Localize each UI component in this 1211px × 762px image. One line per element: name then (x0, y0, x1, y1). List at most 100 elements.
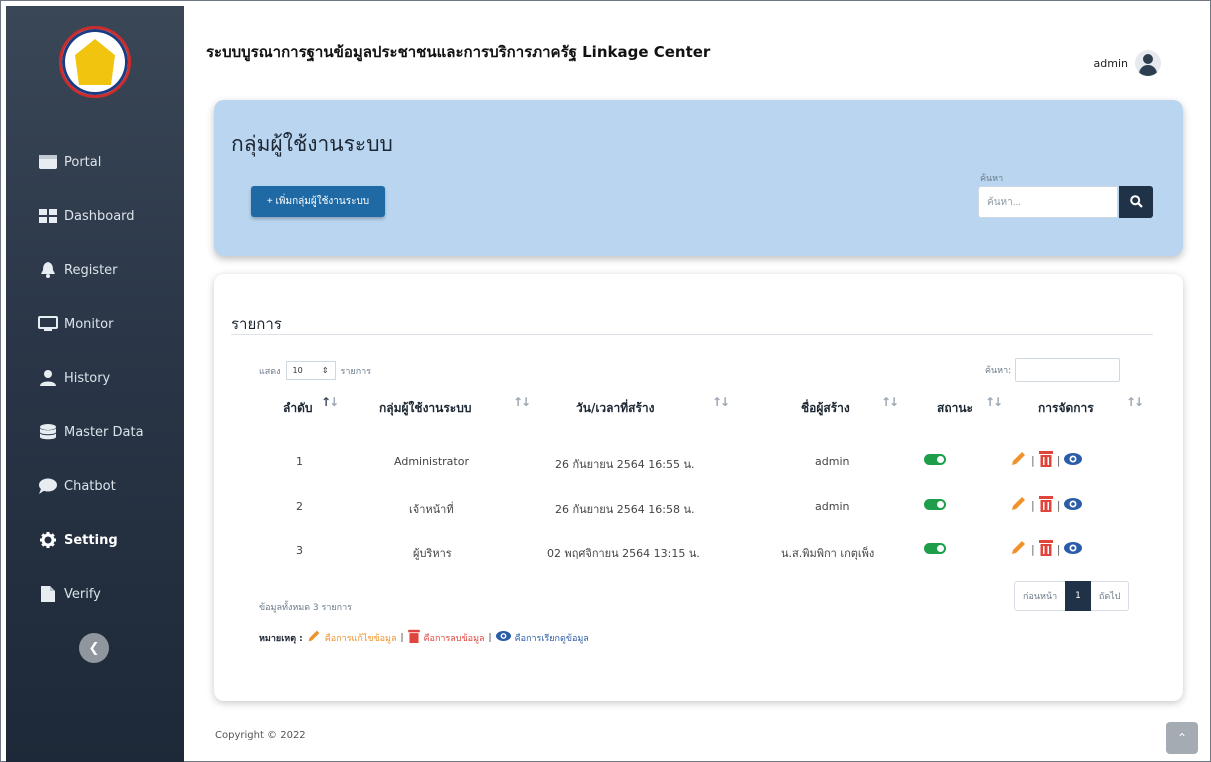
sidebar-collapse-button[interactable]: ❮ (79, 633, 109, 663)
user-menu[interactable]: admin (1094, 50, 1161, 76)
monitor-icon (38, 316, 58, 332)
filter-input[interactable] (1015, 358, 1121, 382)
edit-icon[interactable] (1010, 539, 1027, 560)
scroll-top-button[interactable]: ⌃ (1166, 722, 1198, 754)
note-key: หมายเหตุ : (259, 633, 303, 644)
row-created: 02 พฤศจิกายน 2564 13:15 น. (547, 547, 700, 560)
sidebar-item-setting[interactable]: Setting (6, 513, 184, 567)
search-input[interactable] (978, 186, 1118, 218)
row-group: ผู้บริหาร (413, 547, 452, 560)
sidebar-item-label: Monitor (64, 316, 114, 332)
table-info: ข้อมูลทั้งหมด 3 รายการ (259, 603, 352, 613)
file-icon (38, 586, 58, 602)
column-label: ลำดับ (283, 401, 313, 415)
sidebar-item-chatbot[interactable]: Chatbot (6, 459, 184, 513)
search-icon (1129, 193, 1143, 212)
database-icon (38, 424, 58, 440)
page-length-select[interactable]: 10 ⇕ (285, 361, 336, 380)
gear-icon (38, 532, 58, 548)
page-title: กลุ่มผู้ใช้งานระบบ (231, 132, 393, 156)
column-label: สถานะ (937, 401, 973, 415)
divider (231, 334, 1153, 335)
status-toggle[interactable] (924, 543, 946, 554)
sidebar-item-label: Chatbot (64, 478, 116, 494)
action-separator: | (1031, 543, 1035, 556)
page-length-value: 10 (292, 366, 303, 375)
sidebar-item-label: Portal (64, 154, 102, 170)
action-separator: | (1056, 543, 1061, 556)
sidebar-item-register[interactable]: Register (6, 243, 184, 297)
sort-icon: ↑↓ (712, 395, 730, 409)
sidebar-item-label: Verify (64, 586, 101, 602)
sidebar-item-label: Register (64, 262, 118, 278)
column-header-created[interactable]: วัน/เวลาที่สร้าง ↑↓ (576, 395, 730, 418)
table-filter: ค้นหา: (985, 358, 1121, 382)
column-header-group[interactable]: กลุ่มผู้ใช้งานระบบ ↑↓ (379, 395, 531, 418)
column-label: ชื่อผู้สร้าง (801, 401, 850, 415)
edit-icon[interactable] (1010, 495, 1027, 516)
note-delete: คือการลบข้อมูล (423, 633, 485, 644)
sidebar-item-portal[interactable]: Portal (6, 135, 184, 189)
sidebar: Portal Dashboard Register Monitor Histor… (6, 6, 184, 762)
note-separator: | (488, 632, 492, 643)
column-label: การจัดการ (1038, 401, 1094, 415)
column-header-no[interactable]: ลำดับ ↑↓ (283, 395, 339, 418)
sort-icon: ↑↓ (1126, 395, 1144, 409)
row-number: 2 (296, 500, 303, 513)
updown-icon: ⇕ (321, 366, 329, 375)
eye-icon[interactable] (1064, 451, 1083, 470)
row-number: 1 (296, 455, 303, 468)
column-header-status[interactable]: สถานะ ↑↓ (937, 395, 1003, 418)
row-actions: | | (1010, 495, 1083, 516)
action-separator: | (1031, 499, 1035, 512)
group-list-card: รายการ แสดง 10 ⇕ รายการ ค้นหา: ลำดับ ↑↓ … (214, 274, 1183, 701)
trash-icon[interactable] (1038, 539, 1053, 560)
sidebar-item-history[interactable]: History (6, 351, 184, 405)
pagination-current[interactable]: 1 (1065, 581, 1091, 611)
sort-icon: ↑↓ (513, 395, 531, 409)
table-header: ลำดับ ↑↓ กลุ่มผู้ใช้งานระบบ ↑↓ วัน/เวลาท… (259, 395, 1144, 429)
note-separator: | (400, 632, 404, 643)
sidebar-item-dashboard[interactable]: Dashboard (6, 189, 184, 243)
table-row: 1 Administrator 26 กันยายน 2564 16:55 น.… (259, 451, 1139, 499)
add-group-button[interactable]: + เพิ่มกลุ่มผู้ใช้งานระบบ (251, 186, 385, 217)
pagination-prev[interactable]: ก่อนหน้า (1015, 589, 1065, 603)
pagination: ก่อนหน้า 1 ถัดไป (1014, 581, 1130, 611)
eye-icon[interactable] (1064, 496, 1083, 515)
window-icon (38, 154, 58, 170)
department-logo (59, 26, 131, 98)
legend-note: หมายเหตุ : คือการแก้ไขข้อมูล | คือการลบข… (259, 629, 589, 646)
chevron-up-icon: ⌃ (1176, 731, 1188, 745)
status-toggle[interactable] (924, 499, 946, 510)
chevron-left-icon: ❮ (88, 640, 100, 656)
column-header-creator[interactable]: ชื่อผู้สร้าง ↑↓ (801, 395, 899, 418)
status-toggle[interactable] (924, 454, 946, 465)
length-prefix: แสดง (259, 366, 281, 377)
logo-emblem (75, 39, 115, 85)
row-number: 3 (296, 544, 303, 557)
trash-icon[interactable] (1038, 495, 1053, 516)
eye-icon[interactable] (1064, 540, 1083, 559)
trash-icon (407, 629, 420, 646)
chat-icon (38, 478, 58, 494)
length-suffix: รายการ (340, 366, 372, 377)
column-label: กลุ่มผู้ใช้งานระบบ (379, 401, 472, 415)
sidebar-item-verify[interactable]: Verify (6, 567, 184, 621)
grid-icon (38, 208, 58, 224)
row-creator: admin (815, 500, 850, 513)
page-length-control: แสดง 10 ⇕ รายการ (259, 361, 371, 380)
search-button[interactable] (1119, 186, 1153, 218)
action-separator: | (1056, 454, 1061, 467)
edit-icon[interactable] (1010, 450, 1027, 471)
column-header-actions[interactable]: การจัดการ ↑↓ (1038, 395, 1144, 418)
sidebar-item-master-data[interactable]: Master Data (6, 405, 184, 459)
pagination-next[interactable]: ถัดไป (1091, 589, 1129, 603)
sidebar-item-label: Dashboard (64, 208, 135, 224)
sidebar-item-monitor[interactable]: Monitor (6, 297, 184, 351)
trash-icon[interactable] (1038, 450, 1053, 471)
eye-icon (495, 630, 511, 645)
column-label: วัน/เวลาที่สร้าง (576, 401, 655, 415)
avatar[interactable] (1135, 50, 1161, 76)
bell-icon (38, 262, 58, 278)
row-created: 26 กันยายน 2564 16:58 น. (555, 503, 695, 516)
